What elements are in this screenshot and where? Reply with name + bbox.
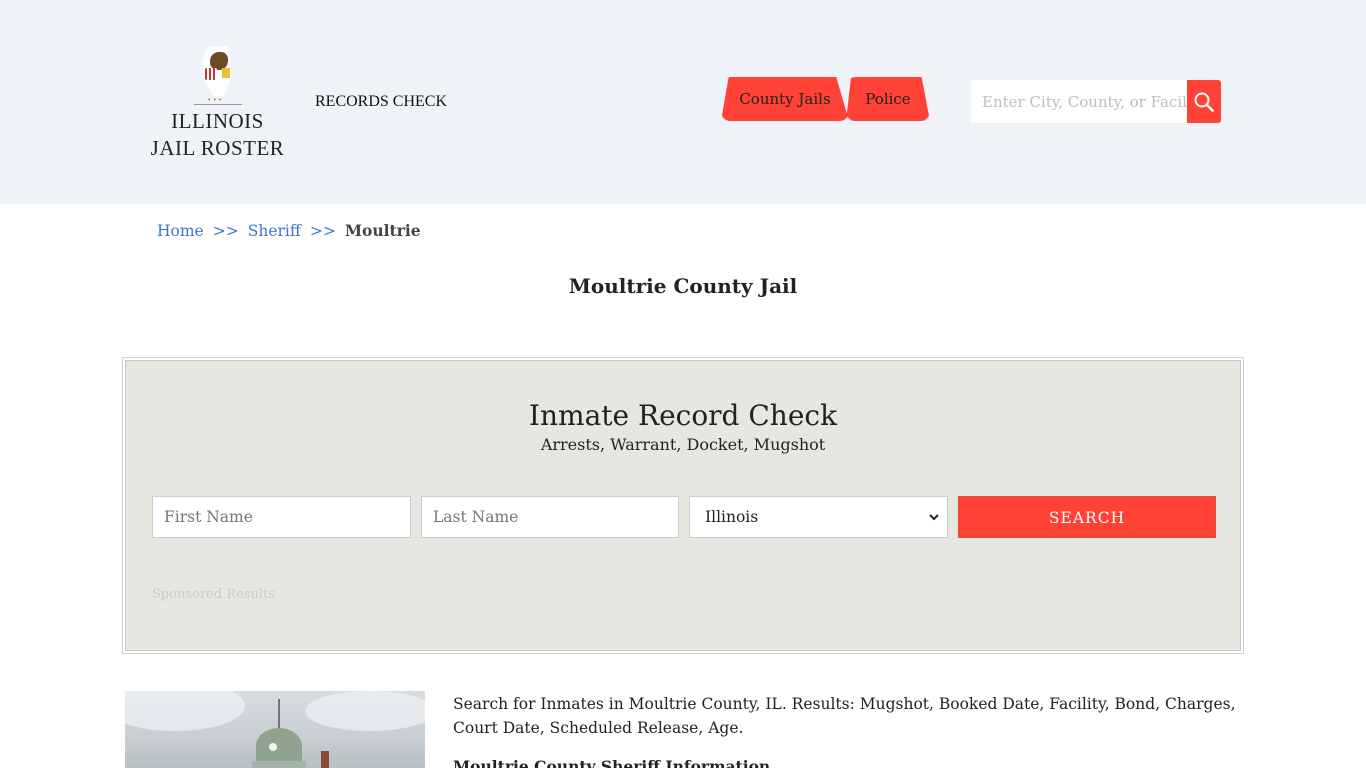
header-search (971, 80, 1221, 123)
courthouse-photo (125, 691, 425, 768)
last-name-input[interactable] (421, 496, 679, 538)
breadcrumb-separator: >> (309, 222, 336, 240)
site-header: ILLINOIS JAIL ROSTER RECORDS CHECK Count… (0, 0, 1366, 204)
records-check-link[interactable]: RECORDS CHECK (315, 93, 447, 111)
breadcrumb-sheriff[interactable]: Sheriff (248, 222, 301, 240)
record-search-button[interactable]: SEARCH (958, 496, 1216, 538)
state-select[interactable]: Illinois (689, 496, 948, 538)
breadcrumb-separator: >> (212, 222, 239, 240)
logo-divider (193, 97, 242, 105)
jail-description: Search for Inmates in Moultrie County, I… (453, 695, 1236, 737)
header-search-button[interactable] (1187, 80, 1221, 123)
first-name-input[interactable] (152, 496, 411, 538)
inmate-record-check-panel: Inmate Record Check Arrests, Warrant, Do… (122, 357, 1244, 654)
page-title: Moultrie County Jail (568, 274, 798, 298)
logo-line-2: JAIL ROSTER (150, 136, 285, 160)
breadcrumb-current: Moultrie (344, 221, 421, 240)
sponsored-results-label: Sponsored Results (152, 587, 275, 602)
location-search-input[interactable] (971, 80, 1187, 123)
record-check-title: Inmate Record Check (528, 399, 838, 432)
logo-line-1: ILLINOIS (171, 109, 264, 133)
breadcrumb: Home >> Sheriff >> Moultrie (157, 221, 421, 240)
site-logo[interactable]: ILLINOIS JAIL ROSTER (150, 44, 285, 164)
record-check-subtitle: Arrests, Warrant, Docket, Mugshot (540, 435, 826, 454)
sheriff-info-heading: Moultrie County Sheriff Information (453, 757, 771, 768)
tab-police[interactable]: Police (846, 77, 930, 121)
search-icon (1194, 92, 1214, 112)
chevron-down-icon (929, 514, 939, 521)
breadcrumb-home[interactable]: Home (157, 222, 204, 240)
state-select-value: Illinois (705, 508, 759, 526)
tab-county-jails[interactable]: County Jails (721, 77, 849, 121)
illinois-seal-icon (198, 44, 238, 100)
